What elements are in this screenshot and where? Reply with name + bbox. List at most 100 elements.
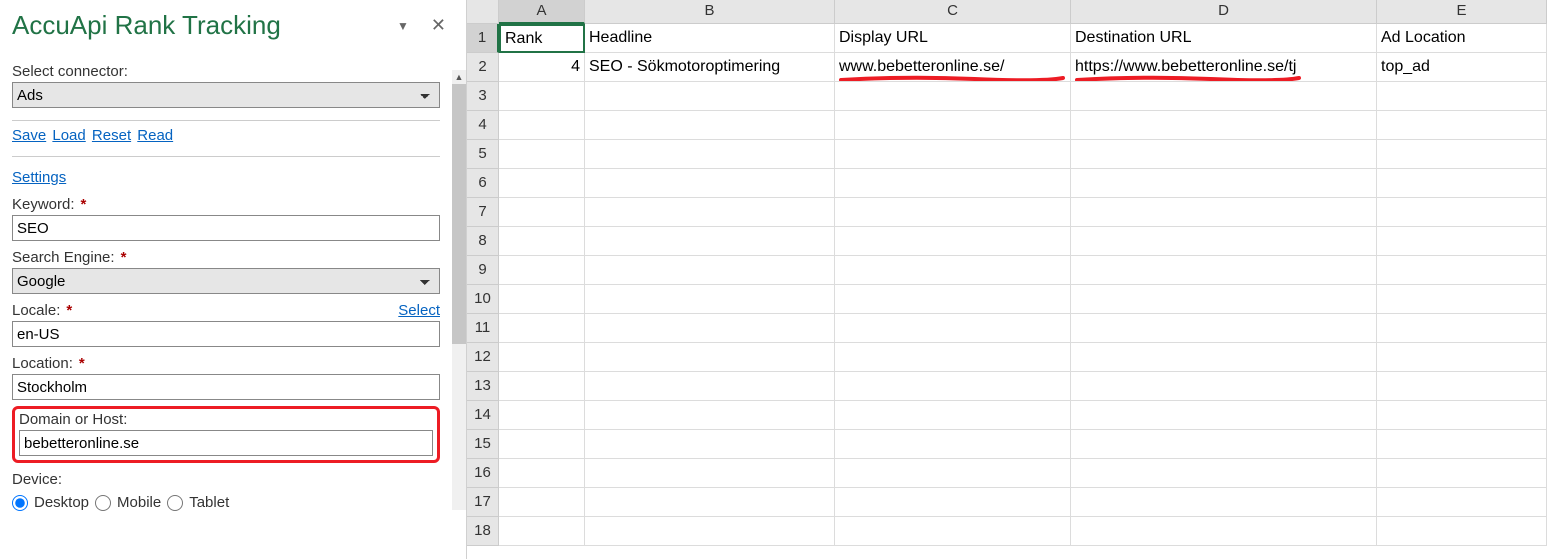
cell[interactable] [1377, 169, 1547, 198]
cell[interactable] [499, 169, 585, 198]
cell[interactable] [835, 459, 1071, 488]
row-header[interactable]: 10 [467, 285, 499, 314]
cell[interactable] [1377, 488, 1547, 517]
cell[interactable] [1377, 401, 1547, 430]
cell[interactable] [1071, 140, 1377, 169]
row-header[interactable]: 12 [467, 343, 499, 372]
cell[interactable] [585, 198, 835, 227]
cell[interactable] [1377, 111, 1547, 140]
col-header-A[interactable]: A [499, 0, 585, 24]
cell[interactable] [835, 372, 1071, 401]
cell[interactable] [585, 111, 835, 140]
col-header-B[interactable]: B [585, 0, 835, 24]
cell[interactable] [585, 459, 835, 488]
cell[interactable] [1377, 82, 1547, 111]
row-header[interactable]: 17 [467, 488, 499, 517]
cell[interactable] [499, 82, 585, 111]
cell[interactable] [499, 343, 585, 372]
cell[interactable]: top_ad [1377, 53, 1547, 82]
connector-select[interactable]: Ads [12, 82, 440, 108]
cell[interactable]: Ad Location [1377, 24, 1547, 53]
row-header[interactable]: 14 [467, 401, 499, 430]
row-header[interactable]: 2 [467, 53, 499, 82]
scroll-thumb[interactable] [452, 84, 466, 344]
cell[interactable] [585, 488, 835, 517]
cell[interactable] [1071, 314, 1377, 343]
col-header-E[interactable]: E [1377, 0, 1547, 24]
cell[interactable]: www.bebetteronline.se/ [835, 53, 1071, 82]
cell[interactable] [1071, 343, 1377, 372]
read-link[interactable]: Read [137, 127, 173, 144]
sidebar-scrollbar[interactable]: ▲ [452, 70, 466, 510]
cell[interactable] [835, 401, 1071, 430]
cell[interactable]: SEO - Sökmotoroptimering [585, 53, 835, 82]
cell[interactable] [1377, 314, 1547, 343]
cell[interactable] [499, 285, 585, 314]
row-header[interactable]: 15 [467, 430, 499, 459]
cell[interactable] [835, 285, 1071, 314]
cell[interactable]: https://www.bebetteronline.se/tj [1071, 53, 1377, 82]
cell[interactable] [835, 314, 1071, 343]
cell[interactable] [585, 343, 835, 372]
cell[interactable] [499, 430, 585, 459]
cell[interactable] [585, 140, 835, 169]
close-icon[interactable]: ✕ [427, 15, 450, 36]
cell[interactable] [1071, 169, 1377, 198]
domain-input[interactable] [19, 430, 433, 456]
cell[interactable] [585, 82, 835, 111]
cell[interactable]: Rank [499, 24, 585, 53]
cell[interactable] [835, 169, 1071, 198]
cell[interactable] [1071, 517, 1377, 546]
cell[interactable] [1071, 459, 1377, 488]
cell[interactable] [585, 169, 835, 198]
cell[interactable] [499, 198, 585, 227]
cell[interactable] [835, 256, 1071, 285]
cell[interactable] [499, 314, 585, 343]
cell[interactable] [1377, 517, 1547, 546]
row-header[interactable]: 4 [467, 111, 499, 140]
cell[interactable] [585, 517, 835, 546]
row-header[interactable]: 11 [467, 314, 499, 343]
select-all-corner[interactable] [467, 0, 499, 24]
cell[interactable] [835, 82, 1071, 111]
pane-menu-chevron-icon[interactable]: ▼ [389, 19, 417, 33]
cell[interactable] [585, 372, 835, 401]
cell[interactable] [499, 459, 585, 488]
cell[interactable] [499, 401, 585, 430]
cell[interactable] [499, 111, 585, 140]
col-header-C[interactable]: C [835, 0, 1071, 24]
cell[interactable] [499, 488, 585, 517]
cell[interactable] [499, 256, 585, 285]
location-input[interactable] [12, 374, 440, 400]
cell[interactable] [835, 517, 1071, 546]
cell[interactable] [585, 401, 835, 430]
cell[interactable] [1071, 198, 1377, 227]
device-mobile-radio[interactable] [95, 495, 111, 511]
cell[interactable]: 4 [499, 53, 585, 82]
device-desktop-radio[interactable] [12, 495, 28, 511]
reset-link[interactable]: Reset [92, 127, 131, 144]
cell[interactable] [585, 430, 835, 459]
settings-link[interactable]: Settings [12, 169, 66, 186]
locale-input[interactable] [12, 321, 440, 347]
cell[interactable] [1071, 227, 1377, 256]
row-header[interactable]: 8 [467, 227, 499, 256]
cell[interactable] [835, 227, 1071, 256]
engine-select[interactable]: Google [12, 268, 440, 294]
cell[interactable] [1071, 285, 1377, 314]
cell[interactable] [835, 430, 1071, 459]
keyword-input[interactable] [12, 215, 440, 241]
cell[interactable] [1377, 256, 1547, 285]
cell[interactable] [835, 140, 1071, 169]
cell[interactable] [1071, 372, 1377, 401]
cell[interactable] [499, 140, 585, 169]
cell[interactable] [1071, 430, 1377, 459]
row-header[interactable]: 18 [467, 517, 499, 546]
cell[interactable] [1071, 488, 1377, 517]
row-header[interactable]: 1 [467, 24, 499, 53]
row-header[interactable]: 5 [467, 140, 499, 169]
device-tablet-radio[interactable] [167, 495, 183, 511]
cell[interactable] [1377, 430, 1547, 459]
scroll-up-icon[interactable]: ▲ [452, 70, 466, 84]
save-link[interactable]: Save [12, 127, 46, 144]
